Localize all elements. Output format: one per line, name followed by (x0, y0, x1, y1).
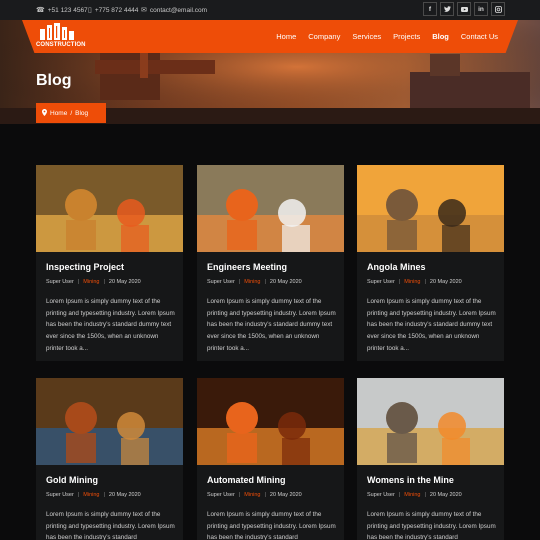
instagram-icon[interactable] (491, 2, 505, 16)
blog-card-category[interactable]: Mining (83, 492, 99, 498)
meta-separator: | (264, 492, 266, 498)
blog-card-date: 20 May 2020 (108, 279, 141, 285)
blog-card-title[interactable]: Engineers Meeting (207, 262, 287, 272)
nav-services[interactable]: Services (346, 32, 387, 41)
blog-card-date: 20 May 2020 (108, 492, 141, 498)
blog-card-date: 20 May 2020 (429, 279, 462, 285)
meta-separator: | (424, 279, 426, 285)
meta-separator: | (238, 492, 241, 498)
blog-card[interactable]: Engineers Meeting Super User | Mining | 20 Ma… (197, 165, 344, 361)
blog-card-author[interactable]: Super User (367, 279, 395, 285)
blog-card[interactable]: Inspecting Project Super User | Mining | 20 M… (36, 165, 183, 361)
blog-card-title[interactable]: Inspecting Project (46, 262, 124, 272)
meta-separator: | (264, 279, 266, 285)
facebook-icon[interactable]: f (423, 2, 437, 16)
blog-card-author[interactable]: Super User (207, 279, 235, 285)
blog-card-image[interactable] (357, 378, 504, 465)
blog-card-category[interactable]: Mining (244, 492, 260, 498)
meta-separator: | (398, 279, 401, 285)
blog-card[interactable]: Womens in the Mine Super User | Mining | 20 M… (357, 378, 504, 540)
blog-card-title[interactable]: Angola Mines (367, 262, 426, 272)
blog-card-image[interactable] (197, 378, 344, 465)
page-title: Blog (36, 72, 72, 89)
phone-1: ☎ +51 123 4567 (36, 0, 88, 20)
youtube-icon[interactable] (457, 2, 471, 16)
blog-card-image[interactable] (36, 378, 183, 465)
blog-card-title[interactable]: Womens in the Mine (367, 475, 454, 485)
top-bar: ☎ +51 123 4567 ▯ +775 872 4444 ✉ contact… (0, 0, 540, 20)
linkedin-icon[interactable]: in (474, 2, 488, 16)
blog-card-category[interactable]: Mining (404, 279, 420, 285)
blog-card-excerpt: Lorem Ipsum is simply dummy text of the … (207, 511, 336, 540)
blog-card-image[interactable] (197, 165, 344, 252)
blog-card-title[interactable]: Gold Mining (46, 475, 98, 485)
blog-card-title[interactable]: Automated Mining (207, 475, 286, 485)
blog-card-author[interactable]: Super User (207, 492, 235, 498)
nav-company[interactable]: Company (302, 32, 346, 41)
blog-card-excerpt: Lorem Ipsum is simply dummy text of the … (46, 298, 175, 352)
nav-blog[interactable]: Blog (426, 32, 455, 41)
blog-card-category[interactable]: Mining (244, 279, 260, 285)
blog-card-excerpt: Lorem Ipsum is simply dummy text of the … (367, 298, 496, 352)
blog-card-meta: Super User | Mining | 20 May 2020 (367, 279, 462, 285)
phone-1-text: +51 123 4567 (47, 6, 88, 14)
blog-card-image[interactable] (357, 165, 504, 252)
blog-card[interactable]: Angola Mines Super User | Mining | 20 May 202… (357, 165, 504, 361)
meta-separator: | (77, 492, 80, 498)
email-text[interactable]: contact@email.com (150, 7, 207, 14)
blog-card-meta: Super User | Mining | 20 May 2020 (46, 279, 141, 285)
breadcrumb-home[interactable]: Home (50, 110, 67, 117)
breadcrumb-separator: / (70, 109, 73, 117)
meta-separator: | (103, 279, 105, 285)
nav-home[interactable]: Home (270, 32, 302, 41)
envelope-icon: ✉ (141, 7, 147, 14)
meta-separator: | (238, 279, 241, 285)
nav-projects[interactable]: Projects (387, 32, 426, 41)
blog-card-excerpt: Lorem Ipsum is simply dummy text of the … (367, 511, 496, 540)
phone-2: ▯ +775 872 4444 (88, 0, 138, 20)
blog-card-author[interactable]: Super User (367, 492, 395, 498)
blog-card-category[interactable]: Mining (83, 279, 99, 285)
blog-card-excerpt: Lorem Ipsum is simply dummy text of the … (207, 298, 336, 352)
blog-card-date: 20 May 2020 (269, 492, 302, 498)
breadcrumb-current: Blog (75, 109, 89, 117)
map-pin-icon (42, 108, 47, 118)
blog-card-author[interactable]: Super User (46, 279, 74, 285)
blog-card[interactable]: Automated Mining Super User | Mining | 20 May… (197, 378, 344, 540)
blog-card-image[interactable] (36, 165, 183, 252)
breadcrumb: Home / Blog (36, 103, 106, 123)
blog-card-date: 20 May 2020 (269, 279, 302, 285)
twitter-icon[interactable] (440, 2, 454, 16)
blog-card-meta: Super User | Mining | 20 May 2020 (207, 492, 302, 498)
nav-contact-us[interactable]: Contact Us (455, 32, 504, 41)
phone-icon: ☎ (36, 7, 45, 14)
blog-card-author[interactable]: Super User (46, 492, 74, 498)
blog-card[interactable]: Gold Mining Super User | Mining | 20 May 2020… (36, 378, 183, 540)
main-menu: Home Company Services Projects Blog Cont… (270, 20, 504, 53)
blog-card-date: 20 May 2020 (429, 492, 462, 498)
meta-separator: | (77, 279, 80, 285)
social-links: f in (423, 2, 505, 16)
meta-separator: | (424, 492, 426, 498)
phone-2-text: +775 872 4444 (94, 6, 139, 14)
blog-card-meta: Super User | Mining | 20 May 2020 (367, 492, 462, 498)
logo-text: CONSTRUCTION (36, 42, 86, 48)
meta-separator: | (398, 492, 401, 498)
blog-card-meta: Super User | Mining | 20 May 2020 (46, 492, 141, 498)
mobile-icon: ▯ (88, 7, 92, 14)
email-contact[interactable]: ✉ contact@email.com (141, 0, 207, 20)
meta-separator: | (103, 492, 105, 498)
blog-card-meta: Super User | Mining | 20 May 2020 (207, 279, 302, 285)
site-logo[interactable]: CONSTRUCTION (36, 23, 86, 50)
building-logo-icon (40, 23, 74, 40)
blog-card-excerpt: Lorem Ipsum is simply dummy text of the … (46, 511, 175, 540)
blog-card-category[interactable]: Mining (404, 492, 420, 498)
